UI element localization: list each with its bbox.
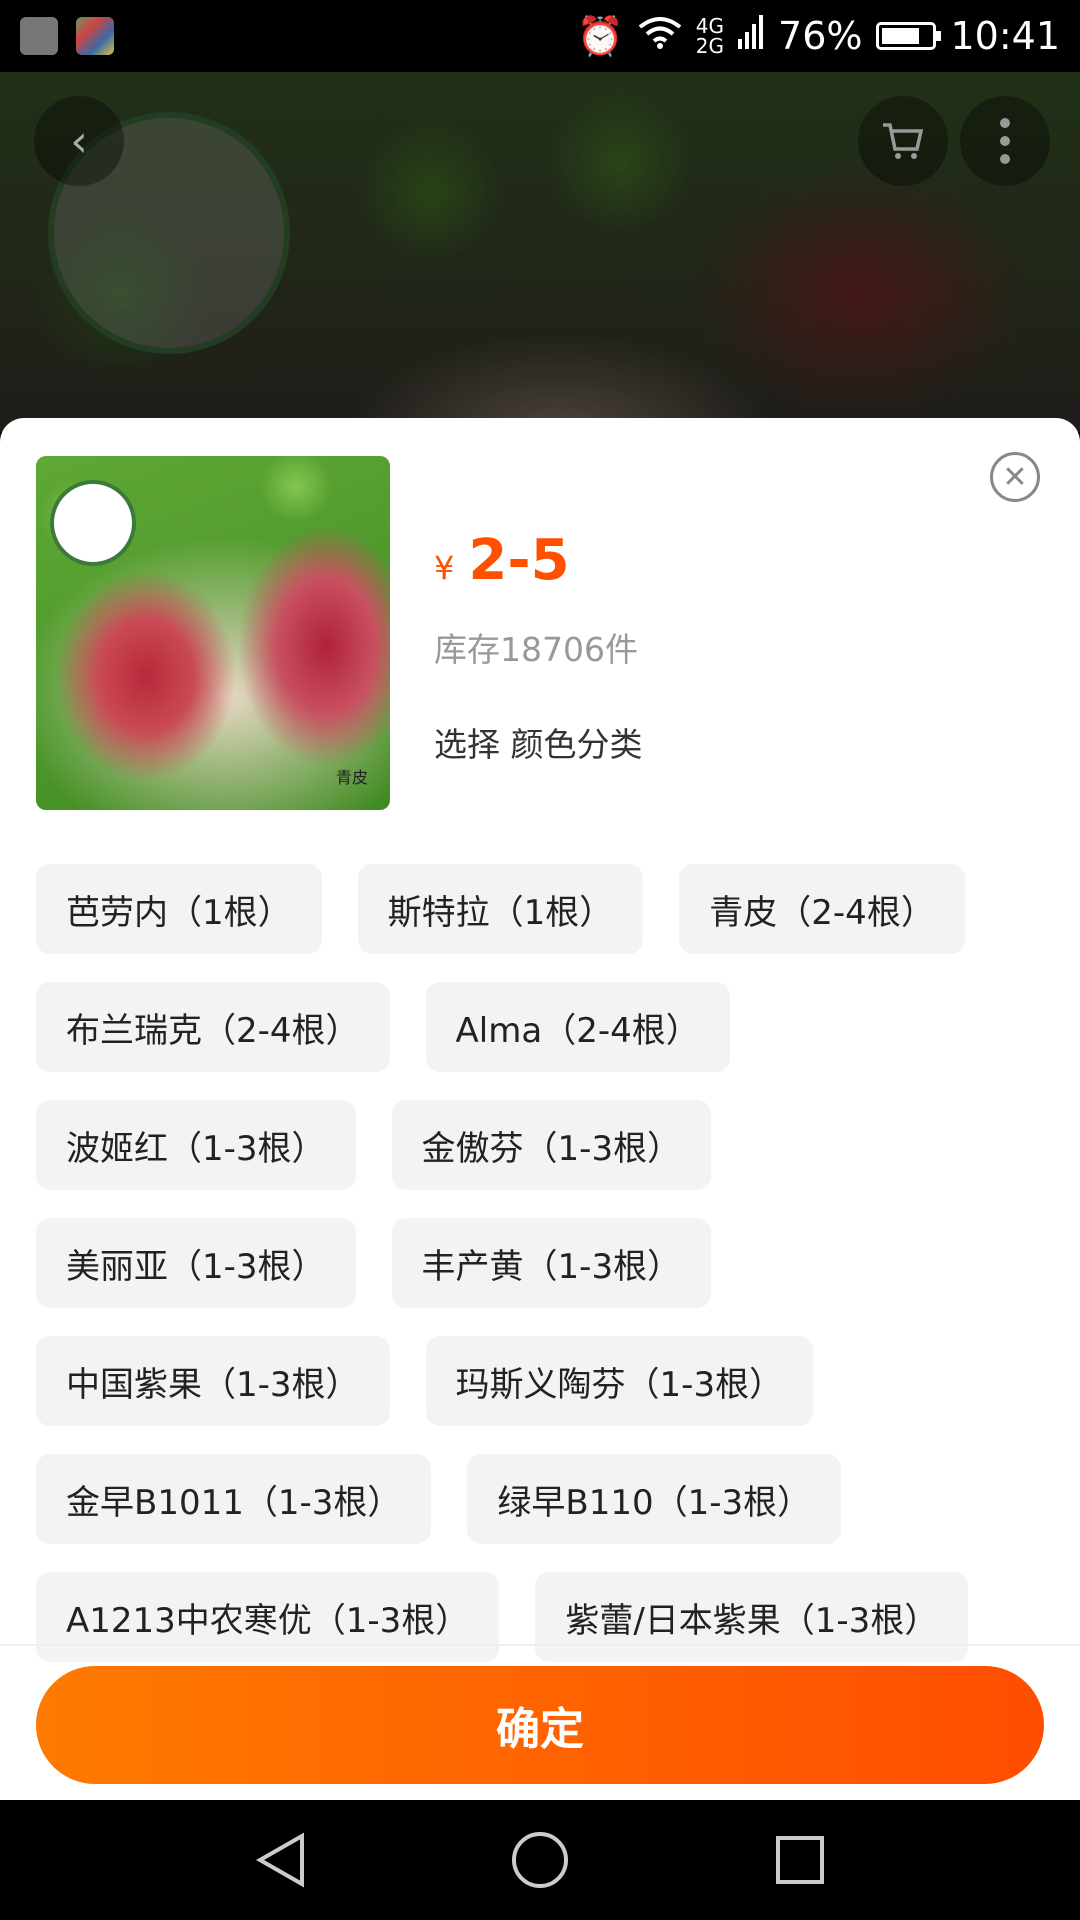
confirm-button[interactable]: 确定 (36, 1666, 1044, 1784)
option-chip[interactable]: Alma（2-4根） (425, 982, 730, 1072)
option-chip[interactable]: 布兰瑞克（2-4根） (36, 982, 390, 1072)
footer-divider (0, 1644, 1080, 1646)
option-chip[interactable]: A1213中农寒优（1-3根） (36, 1572, 500, 1662)
back-arrow-icon: ‹ (70, 115, 88, 167)
battery-icon (876, 22, 942, 50)
status-indicators: ⏰ 4G 2G 76% 10:41 (576, 14, 1060, 59)
cart-icon (883, 123, 924, 159)
triangle-back-icon (255, 1832, 304, 1888)
option-chip[interactable]: 绿早B110（1-3根） (467, 1454, 842, 1544)
sku-selection-sheet: 青皮 ✕ ¥ 2-5 库存18706件 选择 颜色分类 芭劳内（1根） 斯特拉（… (0, 418, 1080, 1800)
thumbnail-logo (50, 480, 136, 566)
option-list: 芭劳内（1根） 斯特拉（1根） 青皮（2-4根） 布兰瑞克（2-4根） Alma… (36, 864, 1056, 1662)
product-thumbnail[interactable]: 青皮 (36, 456, 390, 810)
option-chip[interactable]: 紫蕾/日本紫果（1-3根） (535, 1572, 969, 1662)
image-notification-icon (76, 17, 114, 55)
close-button[interactable]: ✕ (990, 452, 1040, 502)
option-chip[interactable]: 芭劳内（1根） (36, 864, 322, 954)
clock: 10:41 (950, 14, 1060, 58)
option-chip[interactable]: 中国紫果（1-3根） (36, 1336, 390, 1426)
selection-prompt: 选择 颜色分类 (434, 725, 643, 764)
nav-home-button[interactable] (510, 1830, 570, 1890)
more-button[interactable] (960, 96, 1050, 186)
square-recents-icon (776, 1836, 824, 1884)
product-hero-image: ‹ (0, 72, 1080, 432)
network-bottom-label: 2G (695, 34, 725, 58)
option-chip[interactable]: 美丽亚（1-3根） (36, 1218, 356, 1308)
currency-symbol: ¥ (434, 549, 455, 587)
gallery-notification-icon (20, 17, 58, 55)
price: ¥ 2-5 (434, 528, 570, 593)
thumbnail-caption: 青皮 (335, 768, 368, 787)
nav-recents-button[interactable] (770, 1830, 830, 1890)
back-button[interactable]: ‹ (34, 96, 124, 186)
price-value: 2-5 (468, 528, 570, 593)
battery-percent: 76% (778, 14, 863, 58)
network-top-label: 4G (695, 14, 725, 38)
more-vertical-icon (1000, 118, 1010, 164)
option-chip[interactable]: 丰产黄（1-3根） (391, 1218, 712, 1308)
signal-icon (738, 14, 764, 58)
notification-icons (20, 17, 114, 55)
circle-home-icon (512, 1832, 568, 1888)
option-chip[interactable]: 波姬红（1-3根） (36, 1100, 356, 1190)
alarm-icon: ⏰ (576, 13, 624, 58)
cart-button[interactable] (858, 96, 948, 186)
status-bar: ⏰ 4G 2G 76% 10:41 (0, 0, 1080, 72)
navigation-bar (0, 1800, 1080, 1920)
option-chip[interactable]: 金傲芬（1-3根） (391, 1100, 712, 1190)
option-chip[interactable]: 青皮（2-4根） (679, 864, 965, 954)
nav-back-button[interactable] (250, 1830, 310, 1890)
option-chip[interactable]: 玛斯义陶芬（1-3根） (425, 1336, 814, 1426)
stock-count: 库存18706件 (434, 630, 638, 669)
wifi-icon (638, 14, 682, 58)
close-icon: ✕ (1002, 459, 1028, 495)
network-type: 4G 2G (696, 16, 724, 56)
option-chip[interactable]: 金早B1011（1-3根） (36, 1454, 432, 1544)
option-chip[interactable]: 斯特拉（1根） (357, 864, 644, 954)
